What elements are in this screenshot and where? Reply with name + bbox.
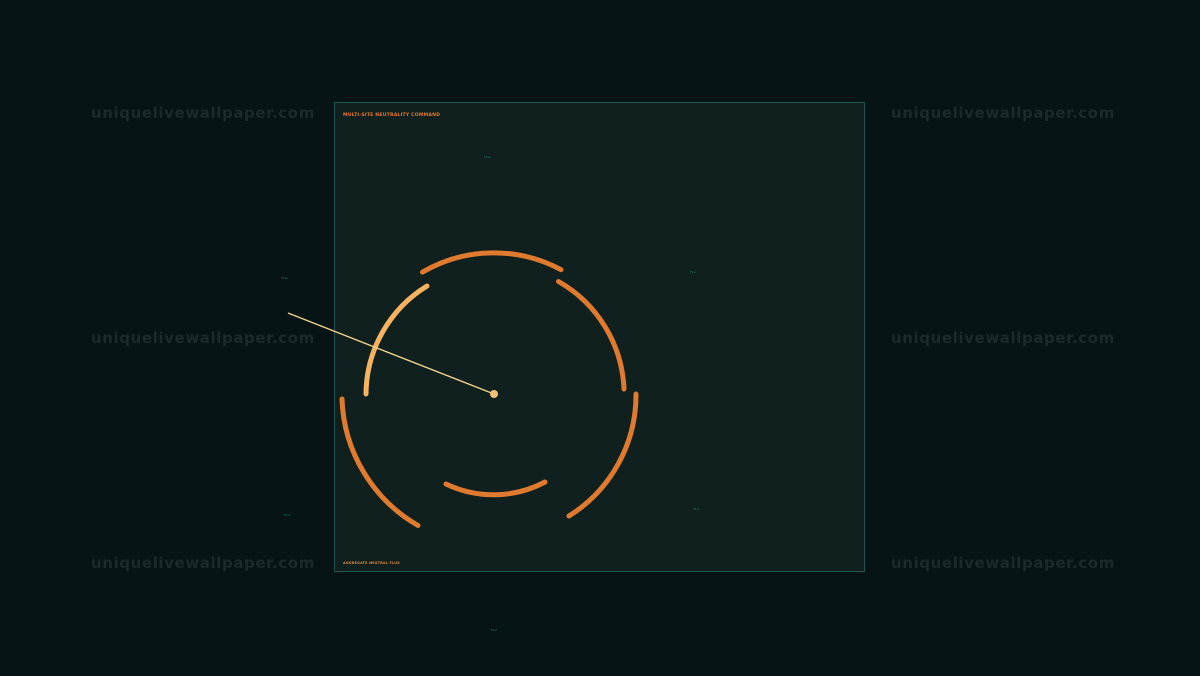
gauge-outer-segment-lower-right [566, 391, 639, 519]
gauge-needle-hub [490, 390, 498, 398]
gauge-ring-segment-right [556, 279, 627, 392]
gauge-ring-segment-left-highlighted [363, 283, 430, 397]
gauge-ring-segment-top [420, 250, 564, 275]
gauge-inner-segment-bottom [443, 479, 548, 498]
gauge-needle [287, 312, 495, 395]
gauge-outer-segment-lower-left [339, 396, 421, 528]
gauge-graphic [287, 250, 639, 528]
wallpaper-stage: uniquelivewallpaper.com uniquelivewallpa… [0, 0, 1200, 676]
